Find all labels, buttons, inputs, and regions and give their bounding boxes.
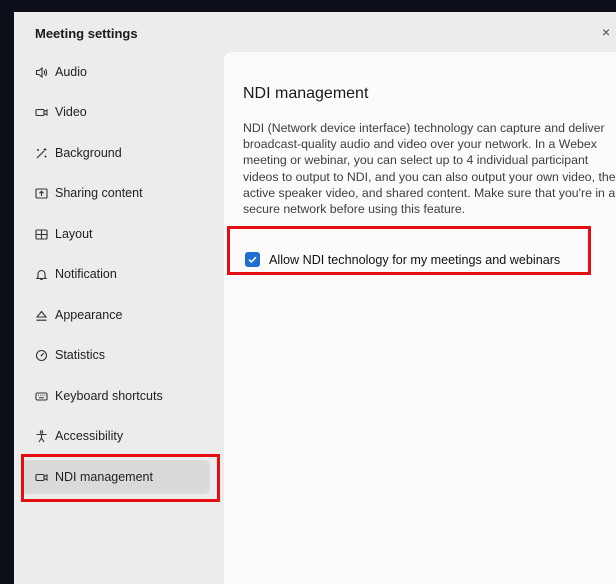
sidebar-item-statistics[interactable]: Statistics	[22, 338, 210, 372]
ndi-description: NDI (Network device interface) technolog…	[243, 121, 616, 217]
sidebar-item-label: Video	[55, 105, 87, 119]
sidebar-item-audio[interactable]: Audio	[22, 55, 210, 89]
sidebar-item-notification[interactable]: Notification	[22, 257, 210, 291]
content-panel: NDI management NDI (Network device inter…	[224, 52, 616, 584]
sidebar-item-label: Statistics	[55, 348, 106, 362]
sidebar-item-accessibility[interactable]: Accessibility	[22, 419, 210, 453]
sidebar-item-label: Audio	[55, 65, 87, 79]
dialog-title: Meeting settings	[35, 26, 138, 41]
sidebar-item-label: Accessibility	[55, 429, 124, 443]
share-screen-icon	[34, 186, 48, 200]
sidebar-item-appearance[interactable]: Appearance	[22, 298, 210, 332]
sidebar-item-label: Keyboard shortcuts	[55, 389, 163, 403]
sidebar-item-layout[interactable]: Layout	[22, 217, 210, 251]
grid-layout-icon	[34, 227, 48, 241]
keyboard-icon	[34, 389, 48, 403]
sidebar-item-video[interactable]: Video	[22, 95, 210, 129]
checkbox-highlight-box	[227, 226, 591, 275]
sidebar-item-label: Layout	[55, 227, 93, 241]
bell-icon	[34, 267, 48, 281]
sidebar-item-label: Appearance	[55, 308, 123, 322]
sidebar-highlight-box	[21, 454, 220, 502]
page-title: NDI management	[243, 85, 369, 102]
accessibility-person-icon	[34, 429, 48, 443]
sidebar-item-keyboard-shortcuts[interactable]: Keyboard shortcuts	[22, 379, 210, 413]
gauge-icon	[34, 348, 48, 362]
sidebar-item-label: Sharing content	[55, 186, 143, 200]
sidebar-item-sharing-content[interactable]: Sharing content	[22, 176, 210, 210]
magic-wand-icon	[34, 146, 48, 160]
paint-bucket-icon	[34, 308, 48, 322]
sidebar-item-background[interactable]: Background	[22, 136, 210, 170]
sidebar-item-label: Background	[55, 146, 122, 160]
sidebar-item-label: Notification	[55, 267, 117, 281]
speaker-icon	[34, 65, 48, 79]
video-camera-icon	[34, 105, 48, 119]
close-icon[interactable]: ×	[602, 24, 610, 40]
